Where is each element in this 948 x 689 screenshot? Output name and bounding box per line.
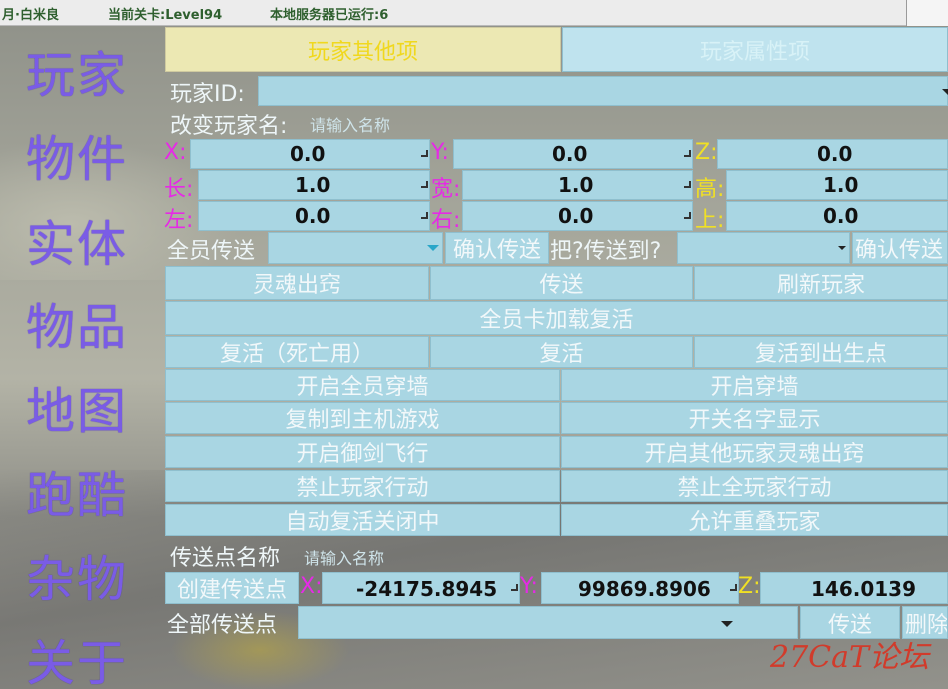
- left-value: 0.0: [295, 204, 331, 228]
- others-soul-button[interactable]: 开启其他玩家灵魂出窍: [561, 436, 948, 468]
- player-id-select[interactable]: [258, 76, 948, 106]
- rename-label: 改变玩家名:: [170, 114, 288, 139]
- resize-handle-icon: [684, 150, 691, 157]
- chevron-down-icon: [721, 621, 733, 627]
- all-teleport-select[interactable]: [268, 232, 443, 264]
- confirm-teleport-button[interactable]: 确认传送: [445, 232, 549, 264]
- x-value: 0.0: [290, 142, 326, 166]
- nav-item-misc[interactable]: 杂物: [26, 540, 128, 611]
- send-to-label: 把?传送到?: [550, 239, 662, 264]
- status-bar: 月·白米良 当前关卡:Level94 本地服务器已运行:6: [0, 0, 948, 26]
- revive-dead-button[interactable]: 复活（死亡用）: [165, 336, 429, 368]
- resize-handle-icon: [684, 181, 691, 188]
- confirm-teleport-button-2[interactable]: 确认传送: [852, 232, 948, 264]
- all-noclip-button[interactable]: 开启全员穿墙: [165, 369, 560, 401]
- ban-all-button[interactable]: 禁止全玩家行动: [561, 470, 948, 502]
- nav-item-map[interactable]: 地图: [26, 372, 128, 443]
- send-to-select[interactable]: [677, 232, 850, 264]
- player-id-label: 玩家ID:: [170, 82, 245, 107]
- waypoint-x-label: X:: [300, 574, 323, 599]
- ban-player-button[interactable]: 禁止玩家行动: [165, 470, 560, 502]
- resize-handle-icon: [730, 584, 737, 591]
- nav-item-entities[interactable]: 实体: [26, 205, 128, 276]
- status-level: 当前关卡:Level94: [108, 8, 223, 23]
- nav-item-items[interactable]: 物品: [26, 288, 128, 359]
- all-teleport-label: 全员传送: [167, 239, 256, 264]
- teleport-button[interactable]: 传送: [430, 266, 693, 300]
- up-label: 上:: [695, 208, 725, 233]
- waypoint-z-label: Z:: [738, 574, 761, 599]
- chevron-down-icon: [427, 245, 439, 251]
- resize-handle-icon: [421, 212, 428, 219]
- z-value: 0.0: [817, 142, 853, 166]
- resize-handle-icon: [511, 584, 518, 591]
- status-server: 本地服务器已运行:6: [270, 8, 389, 23]
- status-user: 月·白米良: [2, 8, 59, 23]
- waypoint-y-label: Y:: [520, 574, 538, 599]
- left-label: 左:: [164, 208, 194, 233]
- length-value: 1.0: [295, 173, 331, 197]
- waypoint-name-label: 传送点名称: [170, 546, 281, 571]
- waypoint-z-value: 146.0139: [811, 577, 917, 601]
- nav-item-player[interactable]: 玩家: [26, 36, 128, 107]
- status-menu-box[interactable]: [906, 0, 948, 26]
- nav-item-about[interactable]: 关于: [26, 624, 128, 689]
- toggle-names-button[interactable]: 开关名字显示: [561, 402, 948, 434]
- z-label: Z:: [695, 140, 718, 165]
- chevron-down-icon: [838, 246, 846, 250]
- soul-out-button[interactable]: 灵魂出窍: [165, 266, 429, 300]
- y-value: 0.0: [552, 142, 588, 166]
- refresh-players-button[interactable]: 刷新玩家: [694, 266, 948, 300]
- auto-revive-button[interactable]: 自动复活关闭中: [165, 504, 560, 536]
- tab-player-attributes[interactable]: 玩家属性项: [562, 27, 948, 72]
- up-value: 0.0: [823, 204, 859, 228]
- all-waypoints-label: 全部传送点: [167, 613, 278, 638]
- sword-fly-button[interactable]: 开启御剑飞行: [165, 436, 560, 468]
- height-label: 高:: [695, 177, 725, 202]
- resize-handle-icon: [421, 150, 428, 157]
- nav-item-parkour[interactable]: 跑酷: [26, 456, 128, 527]
- revive-button[interactable]: 复活: [430, 336, 693, 368]
- noclip-button[interactable]: 开启穿墙: [561, 369, 948, 401]
- allow-overlap-button[interactable]: 允许重叠玩家: [561, 504, 948, 536]
- copy-host-button[interactable]: 复制到主机游戏: [165, 402, 560, 434]
- length-label: 长:: [164, 177, 194, 202]
- right-value: 0.0: [558, 204, 594, 228]
- waypoint-name-input[interactable]: 请输入名称: [304, 545, 384, 569]
- height-value: 1.0: [823, 173, 859, 197]
- tab-player-other[interactable]: 玩家其他项: [165, 27, 561, 72]
- resize-handle-icon: [421, 181, 428, 188]
- x-label: X:: [164, 140, 187, 165]
- waypoint-x-value: -24175.8945: [356, 577, 498, 601]
- waypoint-y-value: 99869.8906: [578, 577, 711, 601]
- y-label: Y:: [431, 140, 449, 165]
- chevron-down-icon: [942, 89, 948, 95]
- rename-input[interactable]: 请输入名称: [310, 112, 390, 136]
- create-waypoint-button[interactable]: 创建传送点: [165, 572, 299, 604]
- resize-handle-icon: [684, 212, 691, 219]
- width-label: 宽:: [431, 177, 461, 202]
- all-revive-button[interactable]: 全员卡加载复活: [165, 301, 948, 335]
- right-label: 右:: [431, 208, 461, 233]
- nav-item-objects[interactable]: 物件: [26, 120, 128, 191]
- width-value: 1.0: [558, 173, 594, 197]
- revive-spawn-button[interactable]: 复活到出生点: [694, 336, 948, 368]
- watermark-logo: 27CaT论坛: [770, 640, 930, 675]
